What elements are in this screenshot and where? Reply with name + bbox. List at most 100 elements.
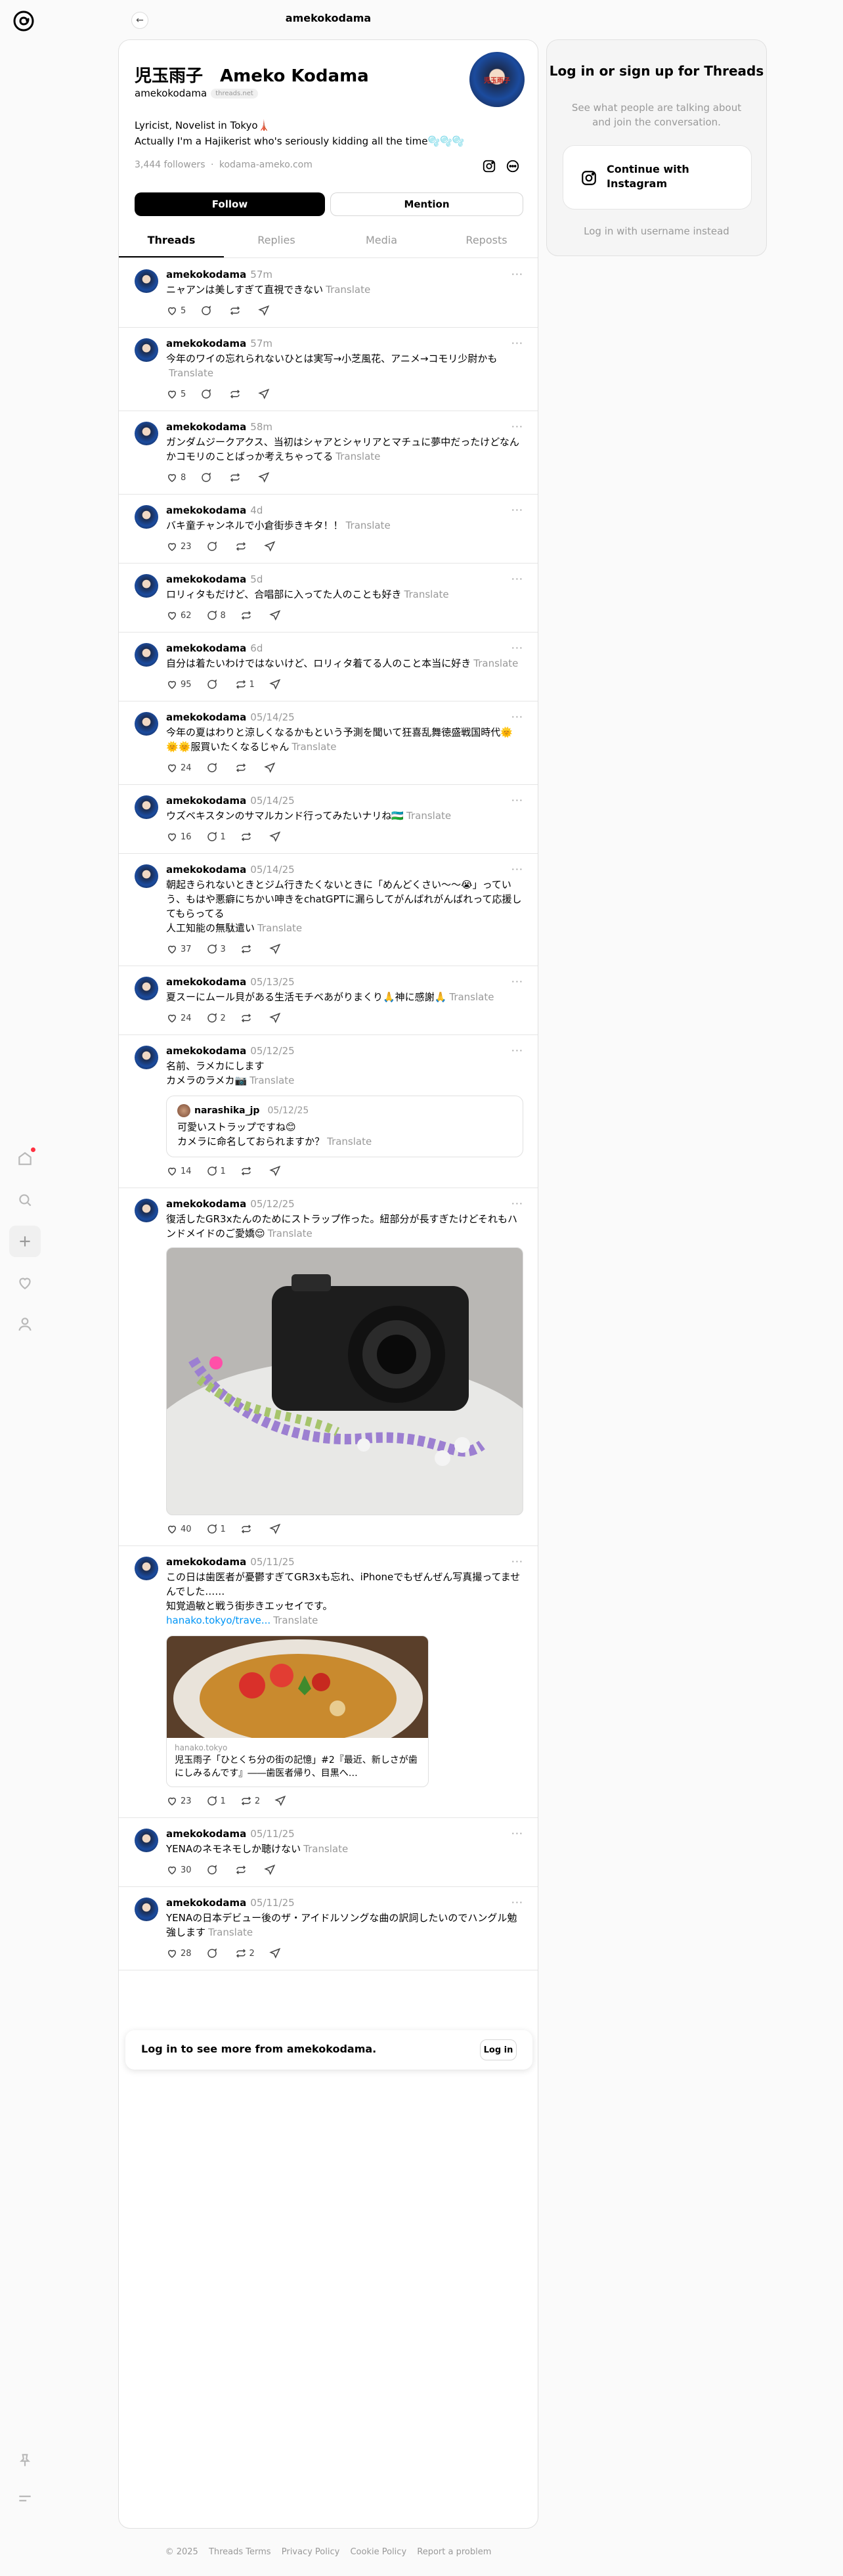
- menu-icon[interactable]: [9, 2483, 41, 2514]
- tab-media[interactable]: Media: [329, 224, 434, 257]
- repost-button[interactable]: [240, 610, 255, 621]
- post-username[interactable]: amekokodama: [166, 864, 246, 876]
- tab-threads[interactable]: Threads: [119, 224, 224, 257]
- translate-link[interactable]: Translate: [292, 741, 336, 753]
- like-button[interactable]: 40: [166, 1523, 192, 1535]
- user-avatar[interactable]: [135, 338, 158, 362]
- repost-button[interactable]: [240, 1165, 255, 1177]
- like-button[interactable]: 30: [166, 1864, 192, 1876]
- repost-button[interactable]: [235, 1864, 249, 1876]
- post-timestamp[interactable]: 05/14/25: [250, 864, 294, 876]
- more-options-icon[interactable]: ···: [511, 1044, 523, 1057]
- repost-button[interactable]: [240, 1012, 255, 1024]
- user-avatar[interactable]: [135, 1829, 158, 1852]
- tab-reposts[interactable]: Reposts: [434, 224, 538, 257]
- footer-privacy-link[interactable]: Privacy Policy: [282, 2547, 340, 2557]
- post-username[interactable]: amekokodama: [166, 269, 246, 280]
- footer-cookie-link[interactable]: Cookie Policy: [350, 2547, 406, 2557]
- translate-link[interactable]: Translate: [257, 922, 302, 934]
- quoted-username[interactable]: narashika_jp: [194, 1105, 259, 1116]
- reply-button[interactable]: [206, 1947, 221, 1959]
- reply-button[interactable]: [200, 388, 215, 400]
- like-button[interactable]: 28: [166, 1947, 192, 1959]
- more-options-icon[interactable]: ···: [511, 975, 523, 988]
- user-avatar[interactable]: [135, 1046, 158, 1069]
- create-icon[interactable]: [9, 1226, 41, 1257]
- translate-link[interactable]: Translate: [346, 520, 391, 531]
- translate-link[interactable]: Translate: [326, 284, 370, 296]
- repost-button[interactable]: 1: [235, 678, 255, 690]
- translate-link[interactable]: Translate: [303, 1843, 348, 1855]
- link-preview-card[interactable]: hanako.tokyo 児玉雨子「ひとくち分の街の記憶」#2『最近、新しさが歯に…: [166, 1635, 429, 1787]
- threads-logo-icon[interactable]: [11, 8, 37, 34]
- user-avatar[interactable]: [135, 864, 158, 888]
- search-icon[interactable]: [9, 1184, 41, 1216]
- repost-button[interactable]: [240, 831, 255, 843]
- reply-button[interactable]: [200, 305, 215, 317]
- reply-button[interactable]: 8: [206, 610, 226, 621]
- post-link[interactable]: hanako.tokyo/trave...: [166, 1614, 270, 1626]
- post-timestamp[interactable]: 05/14/25: [250, 711, 294, 723]
- post-timestamp[interactable]: 05/11/25: [250, 1897, 294, 1909]
- reply-button[interactable]: [200, 472, 215, 483]
- reply-button[interactable]: 3: [206, 943, 226, 955]
- user-avatar[interactable]: [135, 977, 158, 1000]
- repost-button[interactable]: [229, 305, 244, 317]
- post-username[interactable]: amekokodama: [166, 1198, 246, 1210]
- profile-icon[interactable]: [9, 1308, 41, 1340]
- translate-link[interactable]: Translate: [327, 1136, 372, 1147]
- post-username[interactable]: amekokodama: [166, 1897, 246, 1909]
- reply-button[interactable]: 1: [206, 1795, 226, 1807]
- more-options-icon[interactable]: ···: [511, 337, 523, 349]
- post-timestamp[interactable]: 6d: [250, 642, 263, 654]
- repost-button[interactable]: [229, 472, 244, 483]
- threads-net-badge[interactable]: threads.net: [211, 88, 258, 99]
- post-timestamp[interactable]: 05/13/25: [250, 976, 294, 988]
- repost-button[interactable]: [240, 943, 255, 955]
- post-username[interactable]: amekokodama: [166, 711, 246, 723]
- more-options-icon[interactable]: ···: [511, 1896, 523, 1909]
- share-button[interactable]: [258, 472, 270, 483]
- post-username[interactable]: amekokodama: [166, 421, 246, 433]
- reply-button[interactable]: 1: [206, 1523, 226, 1535]
- repost-button[interactable]: 2: [240, 1795, 260, 1807]
- pin-icon[interactable]: [9, 2445, 41, 2476]
- more-options-icon[interactable]: ···: [511, 642, 523, 654]
- reply-button[interactable]: 2: [206, 1012, 226, 1024]
- share-button[interactable]: [263, 541, 276, 552]
- share-button[interactable]: [263, 762, 276, 774]
- tab-replies[interactable]: Replies: [224, 224, 329, 257]
- post-username[interactable]: amekokodama: [166, 504, 246, 516]
- post-username[interactable]: amekokodama: [166, 1828, 246, 1840]
- user-avatar[interactable]: [135, 1557, 158, 1580]
- translate-link[interactable]: Translate: [169, 367, 213, 379]
- share-button[interactable]: [269, 1523, 281, 1535]
- more-options-icon[interactable]: ···: [511, 1827, 523, 1840]
- user-avatar[interactable]: [135, 712, 158, 736]
- post-timestamp[interactable]: 05/11/25: [250, 1556, 294, 1568]
- user-avatar[interactable]: [135, 1199, 158, 1222]
- share-button[interactable]: [269, 831, 281, 843]
- like-button[interactable]: 62: [166, 610, 192, 621]
- reply-button[interactable]: [206, 762, 221, 774]
- translate-link[interactable]: Translate: [268, 1228, 313, 1239]
- post-username[interactable]: amekokodama: [166, 1556, 246, 1568]
- post-timestamp[interactable]: 57m: [250, 338, 272, 349]
- mention-button[interactable]: Mention: [330, 192, 523, 216]
- user-avatar[interactable]: [135, 1898, 158, 1921]
- share-button[interactable]: [274, 1795, 286, 1807]
- like-button[interactable]: 16: [166, 831, 192, 843]
- post-username[interactable]: amekokodama: [166, 795, 246, 807]
- like-button[interactable]: 14: [166, 1165, 192, 1177]
- reply-button[interactable]: [206, 678, 221, 690]
- repost-button[interactable]: [240, 1523, 255, 1535]
- post-username[interactable]: amekokodama: [166, 1045, 246, 1057]
- post-username[interactable]: amekokodama: [166, 338, 246, 349]
- home-icon[interactable]: [9, 1143, 41, 1174]
- login-button[interactable]: Log in: [480, 2039, 517, 2060]
- user-avatar[interactable]: [135, 269, 158, 293]
- more-options-icon[interactable]: [504, 157, 522, 175]
- more-options-icon[interactable]: ···: [511, 1555, 523, 1568]
- follow-button[interactable]: Follow: [135, 192, 325, 216]
- translate-link[interactable]: Translate: [208, 1926, 253, 1938]
